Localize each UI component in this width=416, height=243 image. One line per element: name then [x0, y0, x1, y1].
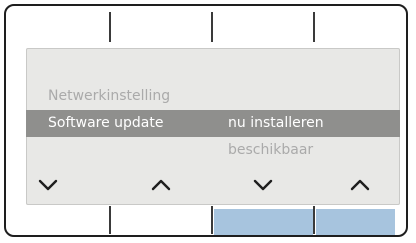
bottom-key-divider	[313, 206, 315, 234]
status-text: beschikbaar	[228, 142, 314, 158]
softkey-tab-4[interactable]	[316, 209, 395, 235]
value-up-button[interactable]	[340, 172, 380, 200]
scroll-up-button[interactable]	[141, 172, 181, 200]
chevron-up-icon	[151, 179, 171, 191]
menu-item-label: Netwerkinstelling	[48, 88, 171, 104]
scroll-down-button[interactable]	[28, 172, 68, 200]
menu-item-label: Software update	[48, 115, 164, 131]
chevron-down-icon	[38, 179, 58, 191]
menu-item-value: nu installeren	[228, 115, 324, 131]
softkey-tab-2[interactable]	[111, 209, 211, 235]
softkey-tab-3[interactable]	[214, 209, 313, 235]
chevron-down-icon	[253, 179, 273, 191]
menu-item-software-update[interactable]: Software update nu installeren	[26, 110, 400, 137]
chevron-up-icon	[350, 179, 370, 191]
bottom-key-divider	[211, 206, 213, 234]
top-key-divider	[109, 12, 111, 42]
top-key-divider	[313, 12, 315, 42]
value-down-button[interactable]	[243, 172, 283, 200]
softkey-tab-1[interactable]	[6, 209, 109, 235]
menu-item-status: beschikbaar	[26, 137, 400, 164]
device-frame: Netwerkinstelling Software update nu ins…	[4, 4, 408, 237]
menu-item-network[interactable]: Netwerkinstelling	[26, 83, 400, 110]
top-key-divider	[211, 12, 213, 42]
